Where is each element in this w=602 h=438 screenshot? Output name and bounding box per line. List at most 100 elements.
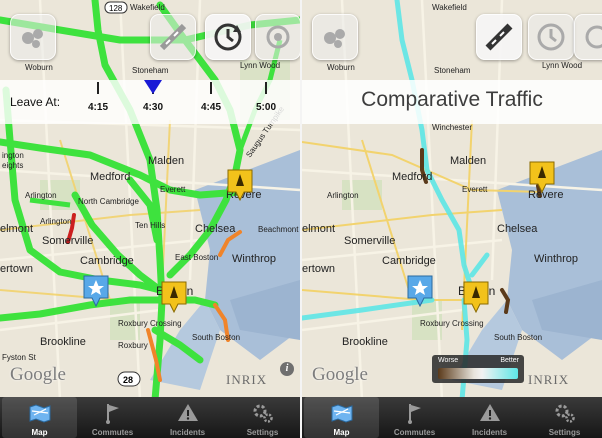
label-roxbury: Roxbury <box>118 341 148 350</box>
label-winthrop: Winthrop <box>232 253 276 265</box>
tab-map[interactable]: Map <box>304 397 379 438</box>
gear-icon <box>253 404 273 423</box>
tab-bar: Map Commutes Incidents Settings <box>302 397 602 438</box>
inrix-logo: INRIX <box>226 372 268 387</box>
label-heights: eights <box>2 161 23 170</box>
tab-label-map: Map <box>31 428 48 437</box>
tab-label-incidents: Incidents <box>471 428 508 437</box>
label-chelsea: Chelsea <box>195 223 236 235</box>
map-icon <box>331 404 352 423</box>
leave-at-label: Leave At: <box>10 95 61 109</box>
label-everett: Everett <box>160 185 186 194</box>
comparative-traffic-banner: Comparative Traffic <box>302 80 602 124</box>
label-medford: Medford <box>392 171 432 183</box>
label-belmont: elmont <box>302 223 335 235</box>
legend-worse-label: Worse <box>438 357 459 364</box>
clock-refresh-icon <box>537 23 565 51</box>
label-lynn-wood: Lynn Wood <box>240 61 280 70</box>
label-roxbury-crossing: Roxbury Crossing <box>118 319 182 328</box>
label-arlington: Arlington <box>25 191 57 200</box>
road-icon <box>159 23 187 51</box>
label-fyston-st: Fyston St <box>2 353 37 362</box>
label-north-cambridge: North Cambridge <box>78 197 139 206</box>
tab-settings[interactable]: Settings <box>527 397 602 438</box>
label-everett: Everett <box>462 185 488 194</box>
shield-128: 128 <box>109 4 123 13</box>
label-wakefield: Wakefield <box>130 3 165 12</box>
label-brookline: Brookline <box>342 336 388 348</box>
label-revere: Revere <box>528 189 563 201</box>
label-lexington: ington <box>2 151 24 160</box>
time-option-selected[interactable]: 4:30 <box>138 102 168 113</box>
locate-button[interactable] <box>255 14 300 60</box>
google-logo: Google <box>10 364 66 385</box>
label-south-boston: South Boston <box>494 333 542 342</box>
label-cambridge: Cambridge <box>80 255 134 267</box>
label-south-boston: South Boston <box>192 333 240 342</box>
time-tick-1 <box>97 82 99 94</box>
incidents-layer-button[interactable] <box>476 14 522 60</box>
label-chelsea: Chelsea <box>497 223 538 235</box>
leave-at-bar[interactable]: Leave At: 4:15 4:30 4:45 5:00 <box>0 80 300 124</box>
traffic-cameras-icon <box>22 29 43 48</box>
label-lynn-wood: Lynn Wood <box>542 61 582 70</box>
time-slider-thumb[interactable] <box>144 80 162 94</box>
label-roxbury-crossing: Roxbury Crossing <box>420 319 484 328</box>
warning-icon <box>479 404 500 421</box>
traffic-layer-button[interactable] <box>312 14 358 60</box>
traffic-cameras-icon <box>324 29 345 48</box>
label-ten-hills: Ten Hills <box>135 221 165 230</box>
label-arlington-small: Arlington <box>40 217 72 226</box>
label-malden: Malden <box>148 155 184 167</box>
tab-label-commutes: Commutes <box>393 428 436 437</box>
incidents-layer-button[interactable] <box>150 14 196 60</box>
time-refresh-button[interactable] <box>528 14 574 60</box>
time-option[interactable]: 5:00 <box>251 102 281 113</box>
label-belmont: elmont <box>0 223 33 235</box>
label-arlington: Arlington <box>327 191 359 200</box>
legend-gradient-bar <box>438 368 518 379</box>
legend-better-label: Better <box>500 357 519 364</box>
locate-button[interactable] <box>574 14 602 60</box>
tab-bar: Map Commutes Incidents Settings <box>0 397 300 438</box>
crosshair-icon <box>585 25 602 49</box>
google-logo: Google <box>312 364 368 385</box>
info-button[interactable]: i <box>280 362 294 376</box>
tab-label-settings: Settings <box>246 428 279 437</box>
time-option[interactable]: 4:45 <box>196 102 226 113</box>
warning-icon <box>177 404 198 421</box>
time-refresh-button[interactable] <box>205 14 251 60</box>
clock-refresh-icon <box>214 23 242 51</box>
gear-icon <box>555 404 575 423</box>
label-woburn: Woburn <box>327 63 355 72</box>
label-beachmont: Beachmont <box>258 225 299 234</box>
right-screen: Wakefield Woburn Stoneham Lynn Wood Mald… <box>302 0 602 438</box>
label-medford: Medford <box>90 171 130 183</box>
tab-incidents[interactable]: Incidents <box>452 397 527 438</box>
tab-settings[interactable]: Settings <box>225 397 300 438</box>
comparison-legend: Worse Better <box>432 355 524 383</box>
label-watertown: ertown <box>0 263 33 275</box>
tab-commutes[interactable]: Commutes <box>377 397 452 438</box>
label-woburn: Woburn <box>25 63 53 72</box>
crosshair-icon <box>266 25 290 49</box>
label-wakefield: Wakefield <box>432 3 467 12</box>
time-tick-4 <box>265 82 267 94</box>
tab-label-commutes: Commutes <box>91 428 134 437</box>
time-tick-3 <box>210 82 212 94</box>
tab-map[interactable]: Map <box>2 397 77 438</box>
label-winchester: Winchester <box>432 123 472 132</box>
traffic-layer-button[interactable] <box>10 14 56 60</box>
tab-commutes[interactable]: Commutes <box>75 397 150 438</box>
time-option[interactable]: 4:15 <box>83 102 113 113</box>
label-winthrop: Winthrop <box>534 253 578 265</box>
left-screen: Wakefield Woburn Stoneham Lynn Wood Mald… <box>0 0 300 438</box>
shield-28: 28 <box>123 375 133 385</box>
road-icon <box>485 23 513 51</box>
label-somerville: Somerville <box>344 235 395 247</box>
label-watertown: ertown <box>302 263 335 275</box>
flag-icon <box>407 404 421 424</box>
label-cambridge: Cambridge <box>382 255 436 267</box>
tab-label-incidents: Incidents <box>169 428 206 437</box>
tab-incidents[interactable]: Incidents <box>150 397 225 438</box>
